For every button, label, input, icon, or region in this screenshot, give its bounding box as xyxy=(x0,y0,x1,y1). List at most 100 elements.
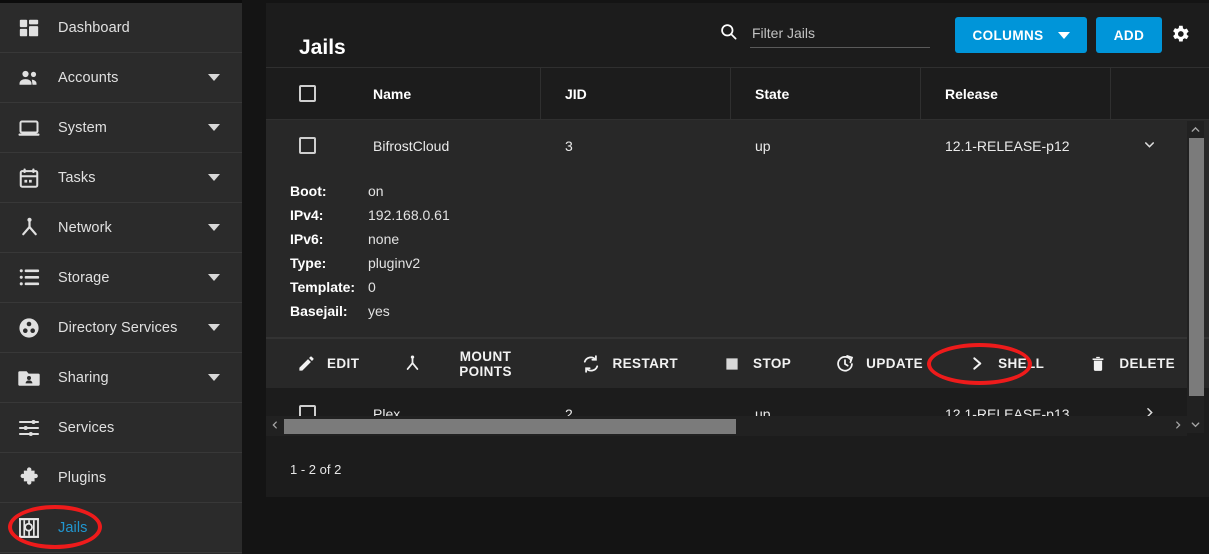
chevron-down-icon[interactable] xyxy=(208,124,220,131)
detail-row: IPv6: none xyxy=(290,231,1209,255)
restart-button-label: RESTART xyxy=(612,356,679,371)
chevron-down-icon[interactable] xyxy=(208,224,220,231)
chevron-right-icon[interactable] xyxy=(1169,420,1187,433)
mount-points-button-label: MOUNT POINTS xyxy=(459,348,512,379)
sidebar-item-storage[interactable]: Storage xyxy=(0,253,242,303)
tasks-icon xyxy=(16,165,42,191)
detail-value: pluginv2 xyxy=(368,255,421,271)
restart-icon xyxy=(581,354,601,374)
chevron-down-icon[interactable] xyxy=(208,374,220,381)
columns-button[interactable]: COLUMNS xyxy=(955,17,1087,53)
chevron-down-icon[interactable] xyxy=(208,324,220,331)
column-header-state[interactable]: State xyxy=(731,68,921,119)
sidebar-item-network[interactable]: Network xyxy=(0,203,242,253)
sidebar-item-plugins[interactable]: Plugins xyxy=(0,453,242,503)
detail-value: 0 xyxy=(368,279,376,295)
paginator-range-label: 1 - 2 of 2 xyxy=(290,462,342,477)
storage-icon xyxy=(16,265,42,291)
column-header-jid[interactable]: JID xyxy=(541,68,731,119)
sidebar-item-label: System xyxy=(58,119,107,136)
column-header-release[interactable]: Release xyxy=(921,68,1111,119)
cell-state: up xyxy=(755,137,771,154)
gear-icon xyxy=(1169,25,1191,48)
detail-row: Template: 0 xyxy=(290,279,1209,303)
services-icon xyxy=(16,415,42,441)
columns-button-label: COLUMNS xyxy=(972,27,1044,43)
column-header-name[interactable]: Name xyxy=(349,68,541,119)
chevron-down-icon[interactable] xyxy=(208,74,220,81)
search-area xyxy=(719,22,930,48)
sidebar-item-directory-services[interactable]: Directory Services xyxy=(0,303,242,353)
sidebar-item-label: Dashboard xyxy=(58,19,130,36)
network-icon xyxy=(16,215,42,241)
sidebar-item-tasks[interactable]: Tasks xyxy=(0,153,242,203)
jail-actions-toolbar: EDIT MOUNT POINTS RESTART STOP UPDATE SH… xyxy=(266,338,1209,388)
sidebar-item-dashboard[interactable]: Dashboard xyxy=(0,3,242,53)
row-checkbox[interactable] xyxy=(299,137,316,154)
table-row[interactable]: BifrostCloud 3 up 12.1-RELEASE-p12 xyxy=(266,120,1209,171)
horizontal-scrollbar-thumb[interactable] xyxy=(284,419,736,434)
table-header-row: Name JID State Release xyxy=(266,68,1209,120)
pencil-icon xyxy=(296,354,316,374)
dashboard-icon xyxy=(16,15,42,41)
detail-value: on xyxy=(368,183,384,199)
select-all-checkbox[interactable] xyxy=(299,85,316,102)
sidebar-item-label: Accounts xyxy=(58,69,119,86)
update-button-label: UPDATE xyxy=(866,356,924,371)
edit-button-label: EDIT xyxy=(327,356,360,371)
edit-button[interactable]: EDIT xyxy=(290,353,365,375)
chevron-up-icon[interactable] xyxy=(1187,121,1204,138)
chevron-down-icon[interactable] xyxy=(208,174,220,181)
shell-button-label: SHELL xyxy=(998,356,1045,371)
sidebar-item-label: Plugins xyxy=(58,469,107,486)
search-icon xyxy=(719,22,738,46)
system-icon xyxy=(16,115,42,141)
sidebar-item-accounts[interactable]: Accounts xyxy=(0,53,242,103)
detail-row: Type: pluginv2 xyxy=(290,255,1209,279)
main-content: Jails COLUMNS ADD xyxy=(242,0,1209,554)
chevron-down-icon xyxy=(1142,137,1157,155)
sidebar-item-sharing[interactable]: Sharing xyxy=(0,353,242,403)
horizontal-scrollbar[interactable] xyxy=(266,416,1187,436)
jails-card: Jails COLUMNS ADD xyxy=(266,3,1209,497)
vertical-scrollbar[interactable] xyxy=(1187,121,1204,433)
sidebar-item-label: Sharing xyxy=(58,369,109,386)
search-input[interactable] xyxy=(750,25,930,48)
sidebar-item-system[interactable]: System xyxy=(0,103,242,153)
plugins-icon xyxy=(16,465,42,491)
stop-button-label: STOP xyxy=(753,356,792,371)
restart-button[interactable]: RESTART xyxy=(575,353,684,375)
column-header-actions xyxy=(1111,68,1187,119)
detail-key: Basejail: xyxy=(290,303,348,319)
add-button-label: ADD xyxy=(1113,27,1145,43)
detail-key: IPv4: xyxy=(290,207,324,223)
row-expand-toggle[interactable] xyxy=(1111,137,1187,155)
shell-button[interactable]: SHELL xyxy=(961,353,1050,375)
paginator: 1 - 2 of 2 xyxy=(266,442,1209,497)
shell-chevron-icon xyxy=(967,354,987,374)
cell-name: BifrostCloud xyxy=(373,137,450,154)
chevron-down-icon[interactable] xyxy=(1187,416,1204,433)
sidebar-item-label: Jails xyxy=(58,519,88,536)
mount-points-button[interactable]: MOUNT POINTS xyxy=(397,348,543,380)
jails-icon xyxy=(16,515,42,541)
select-all-cell xyxy=(266,68,349,119)
update-button[interactable]: UPDATE xyxy=(829,353,929,375)
delete-button[interactable]: DELETE xyxy=(1082,353,1181,375)
vertical-scrollbar-thumb[interactable] xyxy=(1189,138,1204,396)
settings-button[interactable] xyxy=(1169,23,1191,48)
chevron-left-icon[interactable] xyxy=(266,420,284,433)
detail-key: Type: xyxy=(290,255,327,271)
chevron-down-icon[interactable] xyxy=(208,274,220,281)
detail-key: Boot: xyxy=(290,183,327,199)
stop-button[interactable]: STOP xyxy=(716,353,797,375)
detail-row: Basejail: yes xyxy=(290,303,1209,327)
sidebar-item-label: Tasks xyxy=(58,169,96,186)
sidebar: Dashboard Accounts System Tasks Network … xyxy=(0,0,242,554)
sidebar-item-jails[interactable]: Jails xyxy=(0,503,242,553)
sidebar-item-label: Network xyxy=(58,219,112,236)
add-button[interactable]: ADD xyxy=(1096,17,1162,53)
sidebar-item-services[interactable]: Services xyxy=(0,403,242,453)
cell-release: 12.1-RELEASE-p12 xyxy=(945,137,1070,154)
directory-services-icon xyxy=(16,315,42,341)
